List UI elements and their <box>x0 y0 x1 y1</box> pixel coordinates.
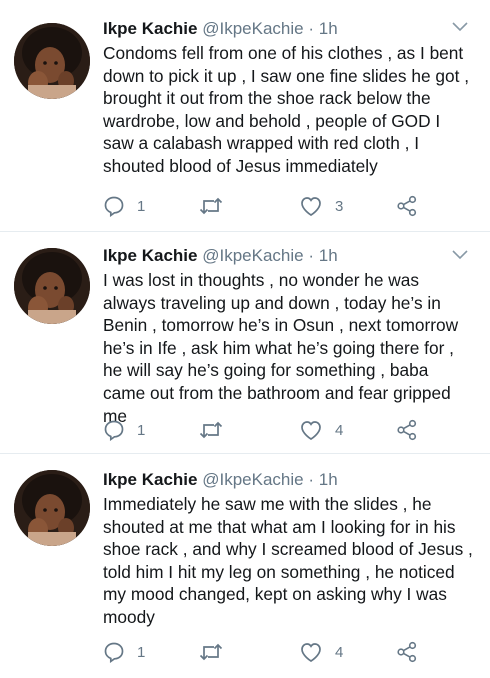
reply-count: 1 <box>137 421 146 439</box>
reply-button[interactable]: 1 <box>103 417 145 443</box>
tweet-text: I was lost in thoughts , no wonder he wa… <box>103 270 459 426</box>
retweet-button[interactable] <box>198 193 224 219</box>
reply-icon <box>104 196 124 217</box>
separator-dot: · <box>308 19 315 38</box>
tweet-header: Ikpe Kachie @IkpeKachie · 1h <box>103 245 338 267</box>
reply-button[interactable]: 1 <box>103 193 145 219</box>
author-handle[interactable]: @IkpeKachie <box>202 470 303 489</box>
share-icon <box>397 195 417 217</box>
author-name[interactable]: Ikpe Kachie <box>103 470 198 489</box>
like-count: 3 <box>335 197 344 215</box>
share-button[interactable] <box>396 639 418 665</box>
tweet-actions: 1 4 <box>103 639 443 665</box>
heart-icon <box>301 643 321 663</box>
tweet-text: Immediately he saw me with the slides , … <box>103 494 473 627</box>
share-icon <box>397 419 417 441</box>
timestamp[interactable]: 1h <box>319 19 338 38</box>
tweet[interactable]: Ikpe Kachie @IkpeKachie · 1h Immediately… <box>0 453 490 678</box>
like-button[interactable]: 4 <box>299 417 343 443</box>
share-button[interactable] <box>396 193 418 219</box>
timestamp[interactable]: 1h <box>319 246 338 265</box>
retweet-button[interactable] <box>198 417 224 443</box>
author-name[interactable]: Ikpe Kachie <box>103 19 198 38</box>
tweet[interactable]: Ikpe Kachie @IkpeKachie · 1h I was lost … <box>0 231 490 454</box>
retweet-button[interactable] <box>198 639 224 665</box>
tweet[interactable]: Ikpe Kachie @IkpeKachie · 1h Condoms fel… <box>0 0 490 232</box>
timestamp[interactable]: 1h <box>319 470 338 489</box>
author-handle[interactable]: @IkpeKachie <box>202 246 303 265</box>
share-button[interactable] <box>396 417 418 443</box>
avatar[interactable] <box>14 23 90 99</box>
author-name[interactable]: Ikpe Kachie <box>103 246 198 265</box>
heart-icon <box>301 421 321 441</box>
chevron-down-icon[interactable] <box>452 250 468 260</box>
chevron-down-icon[interactable] <box>452 22 468 32</box>
avatar[interactable] <box>14 470 90 546</box>
like-button[interactable]: 4 <box>299 639 343 665</box>
tweet-header: Ikpe Kachie @IkpeKachie · 1h <box>103 469 338 491</box>
separator-dot: · <box>308 470 315 489</box>
retweet-icon <box>199 197 223 215</box>
author-handle[interactable]: @IkpeKachie <box>202 19 303 38</box>
tweet-actions: 1 3 <box>103 193 443 219</box>
reply-count: 1 <box>137 197 146 215</box>
reply-count: 1 <box>137 643 146 661</box>
like-count: 4 <box>335 421 344 439</box>
tweet-text: Condoms fell from one of his clothes , a… <box>103 43 469 176</box>
reply-icon <box>104 420 124 441</box>
separator-dot: · <box>308 246 315 265</box>
retweet-icon <box>199 421 223 439</box>
heart-icon <box>301 197 321 217</box>
like-button[interactable]: 3 <box>299 193 343 219</box>
reply-button[interactable]: 1 <box>103 639 145 665</box>
tweet-actions: 1 4 <box>103 417 443 443</box>
reply-icon <box>104 642 124 663</box>
tweet-header: Ikpe Kachie @IkpeKachie · 1h <box>103 18 338 40</box>
share-icon <box>397 641 417 663</box>
avatar[interactable] <box>14 248 90 324</box>
like-count: 4 <box>335 643 344 661</box>
retweet-icon <box>199 643 223 661</box>
